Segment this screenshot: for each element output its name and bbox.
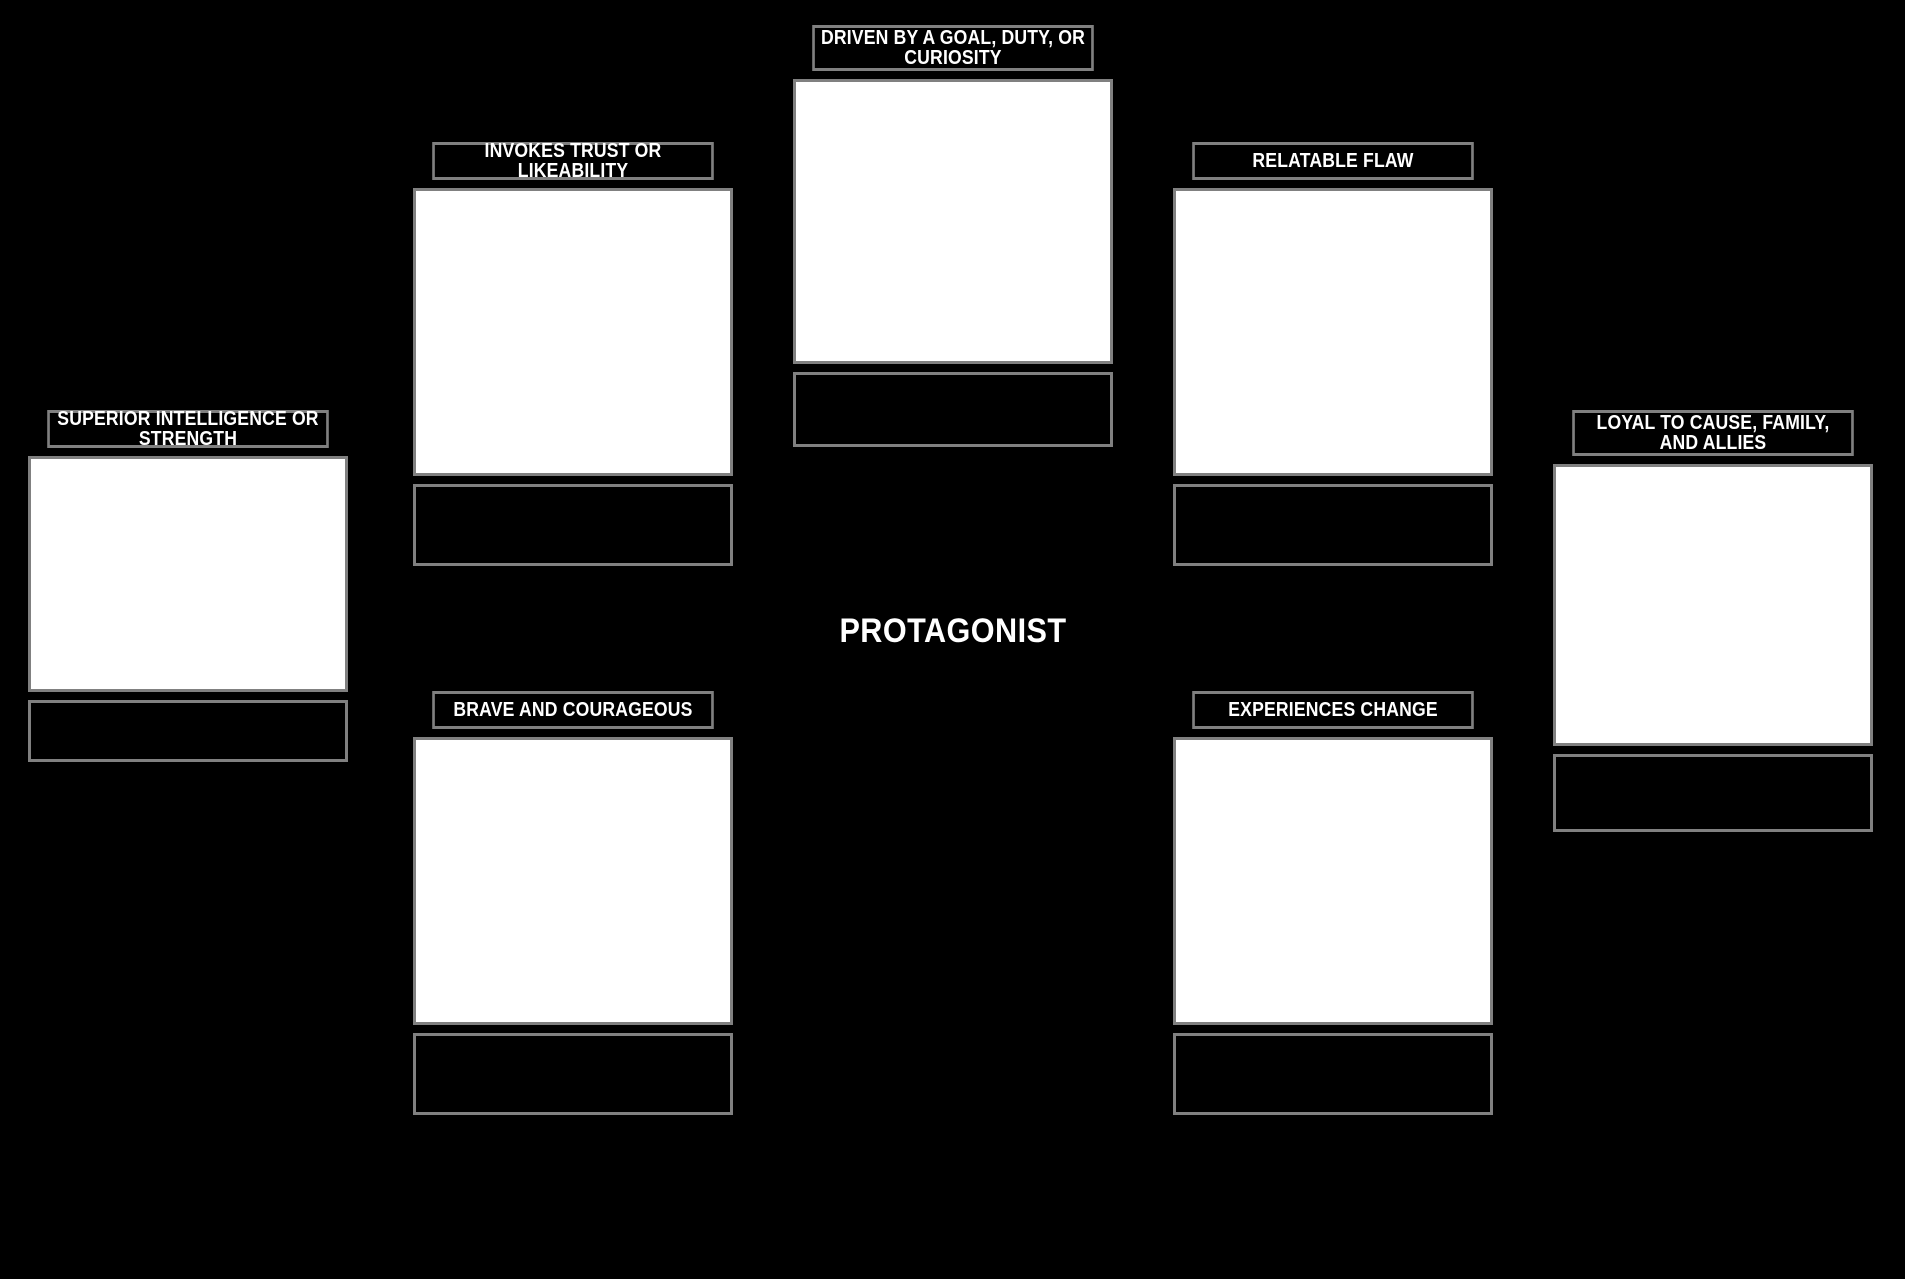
cell-brave-and-courageous: BRAVE AND COURAGEOUS [413, 691, 733, 1115]
cell-image-relatable-flaw[interactable] [1173, 188, 1493, 476]
cell-relatable-flaw: RELATABLE FLAW [1173, 142, 1493, 566]
cell-caption-brave-and-courageous[interactable] [413, 1033, 733, 1115]
cell-caption-relatable-flaw[interactable] [1173, 484, 1493, 566]
cell-title-text: RELATABLE FLAW [1252, 149, 1414, 172]
cell-caption-loyal-to-cause-family-and-allies[interactable] [1553, 754, 1873, 832]
cell-title-text: SUPERIOR INTELLIGENCE OR STRENGTH [57, 407, 319, 450]
cell-title-relatable-flaw[interactable]: RELATABLE FLAW [1192, 142, 1474, 180]
cell-title-experiences-change[interactable]: EXPERIENCES CHANGE [1192, 691, 1474, 729]
cell-caption-superior-intelligence-or-strength[interactable] [28, 700, 348, 762]
cell-title-brave-and-courageous[interactable]: BRAVE AND COURAGEOUS [432, 691, 714, 729]
cell-image-invokes-trust-or-likeability[interactable] [413, 188, 733, 476]
cell-caption-experiences-change[interactable] [1173, 1033, 1493, 1115]
cell-title-text: BRAVE AND COURAGEOUS [453, 698, 693, 721]
cell-superior-intelligence-or-strength: SUPERIOR INTELLIGENCE OR STRENGTH [28, 407, 348, 762]
cell-title-text: INVOKES TRUST OR LIKEABILITY [484, 139, 662, 182]
cell-image-experiences-change[interactable] [1173, 737, 1493, 1025]
cell-experiences-change: EXPERIENCES CHANGE [1173, 691, 1493, 1115]
cell-driven-by-a-goal-duty-or-curiosity: DRIVEN BY A GOAL, DUTY, OR CURIOSITY [793, 25, 1113, 447]
cell-caption-driven-by-a-goal-duty-or-curiosity[interactable] [793, 372, 1113, 447]
spider-map-canvas: SUPERIOR INTELLIGENCE OR STRENGTH INVOKES… [0, 0, 1905, 1279]
cell-title-text: EXPERIENCES CHANGE [1228, 698, 1438, 721]
cell-title-superior-intelligence-or-strength[interactable]: SUPERIOR INTELLIGENCE OR STRENGTH [47, 407, 329, 450]
cell-image-superior-intelligence-or-strength[interactable] [28, 456, 348, 692]
cell-title-driven-by-a-goal-duty-or-curiosity[interactable]: DRIVEN BY A GOAL, DUTY, OR CURIOSITY [812, 25, 1094, 71]
cell-title-text: LOYAL TO CAUSE, FAMILY, AND ALLIES [1596, 411, 1830, 454]
cell-title-invokes-trust-or-likeability[interactable]: INVOKES TRUST OR LIKEABILITY [432, 139, 714, 182]
cell-caption-invokes-trust-or-likeability[interactable] [413, 484, 733, 566]
cell-title-loyal-to-cause-family-and-allies[interactable]: LOYAL TO CAUSE, FAMILY, AND ALLIES [1572, 410, 1854, 456]
cell-loyal-to-cause-family-and-allies: LOYAL TO CAUSE, FAMILY, AND ALLIES [1553, 410, 1873, 832]
cell-image-driven-by-a-goal-duty-or-curiosity[interactable] [793, 79, 1113, 364]
center-title: PROTAGONIST [839, 612, 1067, 650]
cell-image-brave-and-courageous[interactable] [413, 737, 733, 1025]
cell-invokes-trust-or-likeability: INVOKES TRUST OR LIKEABILITY [413, 139, 733, 566]
cell-image-loyal-to-cause-family-and-allies[interactable] [1553, 464, 1873, 746]
cell-title-text: DRIVEN BY A GOAL, DUTY, OR CURIOSITY [820, 26, 1086, 69]
